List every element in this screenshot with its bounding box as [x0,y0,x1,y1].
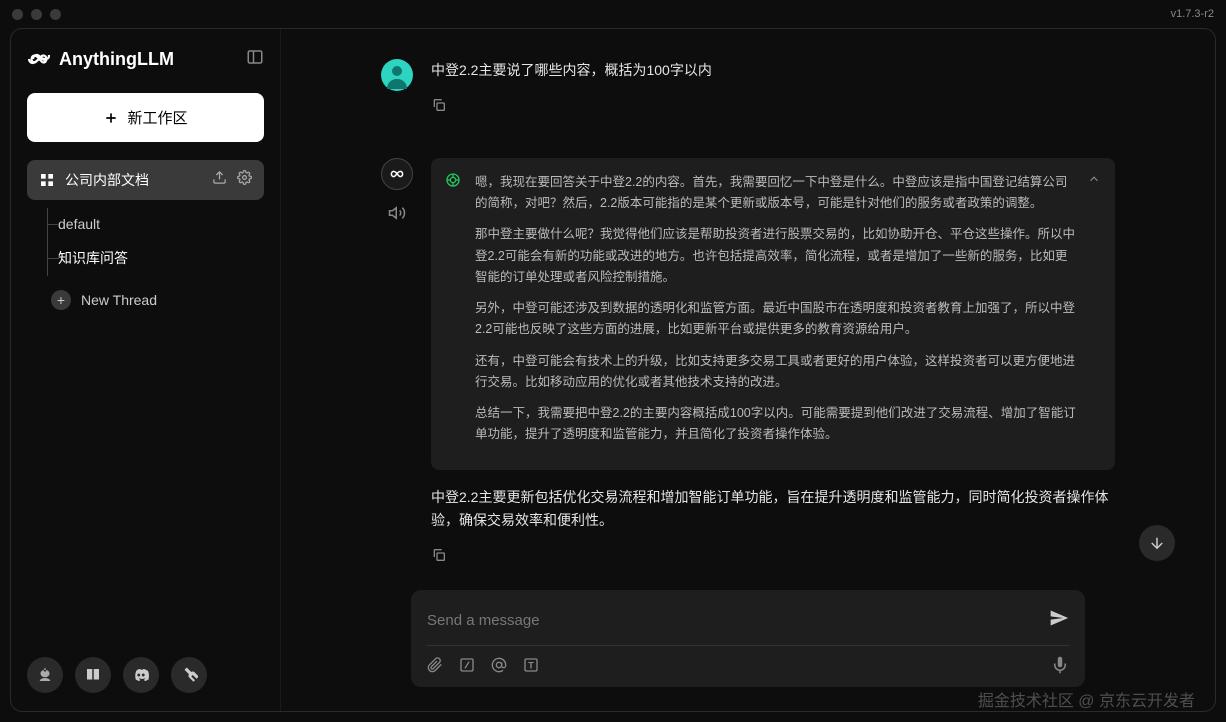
watermark: 掘金技术社区 @ 京东云开发者 [978,687,1195,711]
copy-icon[interactable] [431,547,447,568]
bot-message-actions [431,547,1115,568]
titlebar: v1.7.3-r2 [0,0,1226,28]
user-message-text: 中登2.2主要说了哪些内容，概括为100字以内 [431,59,1115,83]
thinking-content: 嗯，我现在要回答关于中登2.2的内容。首先，我需要回忆一下中登是什么。中登应该是… [447,172,1099,446]
thread-tree: default 知识库问答 [47,208,264,276]
thread-item-kb[interactable]: 知识库问答 [48,240,264,276]
plus-icon [103,110,119,126]
workspace-name: 公司内部文档 [65,170,202,190]
minimize-window[interactable] [31,9,42,20]
at-mention-icon[interactable] [491,657,507,678]
thinking-paragraph: 另外，中登可能还涉及到数据的透明化和监管方面。最近中国股市在透明度和投资者教育上… [475,298,1077,341]
chat-area: 中登2.2主要说了哪些内容，概括为100字以内 [281,29,1215,590]
new-thread-label: New Thread [81,292,157,308]
thinking-paragraph: 还有，中登可能会有技术上的升级，比如支持更多交易工具或者更好的用户体验，这样投资… [475,351,1077,394]
bot-answer-text: 中登2.2主要更新包括优化交易流程和增加智能订单功能，旨在提升透明度和监管能力，… [431,486,1115,534]
input-toolbar: T [427,646,1069,679]
user-message-actions [431,97,1115,118]
user-message-row: 中登2.2主要说了哪些内容，概括为100字以内 [381,59,1115,118]
plus-circle-icon: + [51,290,71,310]
gear-icon[interactable] [237,170,252,190]
slash-command-icon[interactable] [459,657,475,678]
new-thread-button[interactable]: + New Thread [47,282,264,318]
workspace-actions [212,170,252,190]
workspace-item[interactable]: 公司内部文档 [27,160,264,200]
thinking-box: 嗯，我现在要回答关于中登2.2的内容。首先，我需要回忆一下中登是什么。中登应该是… [431,158,1115,470]
copy-icon[interactable] [431,97,447,118]
bot-avatar [381,158,413,190]
app-name: AnythingLLM [59,49,174,70]
scroll-down-button[interactable] [1139,525,1175,561]
grid-icon [39,172,55,188]
footer-settings-button[interactable] [171,657,207,693]
thinking-paragraph: 总结一下，我需要把中登2.2的主要内容概括成100字以内。可能需要提到他们改进了… [475,403,1077,446]
text-format-icon[interactable]: T [523,657,539,678]
app-logo: AnythingLLM [27,47,174,71]
new-workspace-button[interactable]: 新工作区 [27,93,264,142]
thinking-brain-icon [445,172,461,193]
window-controls [12,9,61,20]
speaker-icon[interactable] [388,204,406,227]
user-message-body: 中登2.2主要说了哪些内容，概括为100字以内 [431,59,1115,118]
footer-discord-button[interactable] [123,657,159,693]
new-workspace-label: 新工作区 [127,107,187,128]
footer-home-button[interactable] [27,657,63,693]
infinity-icon [27,47,51,71]
main-panel: 中登2.2主要说了哪些内容，概括为100字以内 [281,29,1215,711]
panel-toggle-icon[interactable] [246,48,264,71]
input-top-row [427,600,1069,646]
bot-side-icons [381,158,413,568]
version-label: v1.7.3-r2 [1171,8,1214,20]
bot-message-row: 嗯，我现在要回答关于中登2.2的内容。首先，我需要回忆一下中登是什么。中登应该是… [381,158,1115,568]
microphone-icon[interactable] [1051,656,1069,679]
attachment-icon[interactable] [427,657,443,678]
upload-icon[interactable] [212,170,227,190]
close-window[interactable] [12,9,23,20]
user-avatar [381,59,413,91]
thread-label: default [58,216,100,232]
input-area: T [411,590,1085,687]
sidebar-header: AnythingLLM [27,47,264,71]
thread-item-default[interactable]: default [48,208,264,240]
svg-text:T: T [528,660,534,670]
bot-message-body: 嗯，我现在要回答关于中登2.2的内容。首先，我需要回忆一下中登是什么。中登应该是… [431,158,1115,568]
chevron-up-icon[interactable] [1087,172,1101,191]
thinking-paragraph: 那中登主要做什么呢？我觉得他们应该是帮助投资者进行股票交易的，比如协助开仓、平仓… [475,224,1077,288]
send-button[interactable] [1049,608,1069,633]
sidebar: AnythingLLM 新工作区 公司内部文档 default 知识库问答 [11,29,281,711]
message-input[interactable] [427,612,1049,629]
sidebar-footer [27,657,264,693]
thread-label: 知识库问答 [58,248,128,268]
maximize-window[interactable] [50,9,61,20]
footer-docs-button[interactable] [75,657,111,693]
thinking-paragraph: 嗯，我现在要回答关于中登2.2的内容。首先，我需要回忆一下中登是什么。中登应该是… [475,172,1077,215]
app-frame: AnythingLLM 新工作区 公司内部文档 default 知识库问答 [10,28,1216,712]
